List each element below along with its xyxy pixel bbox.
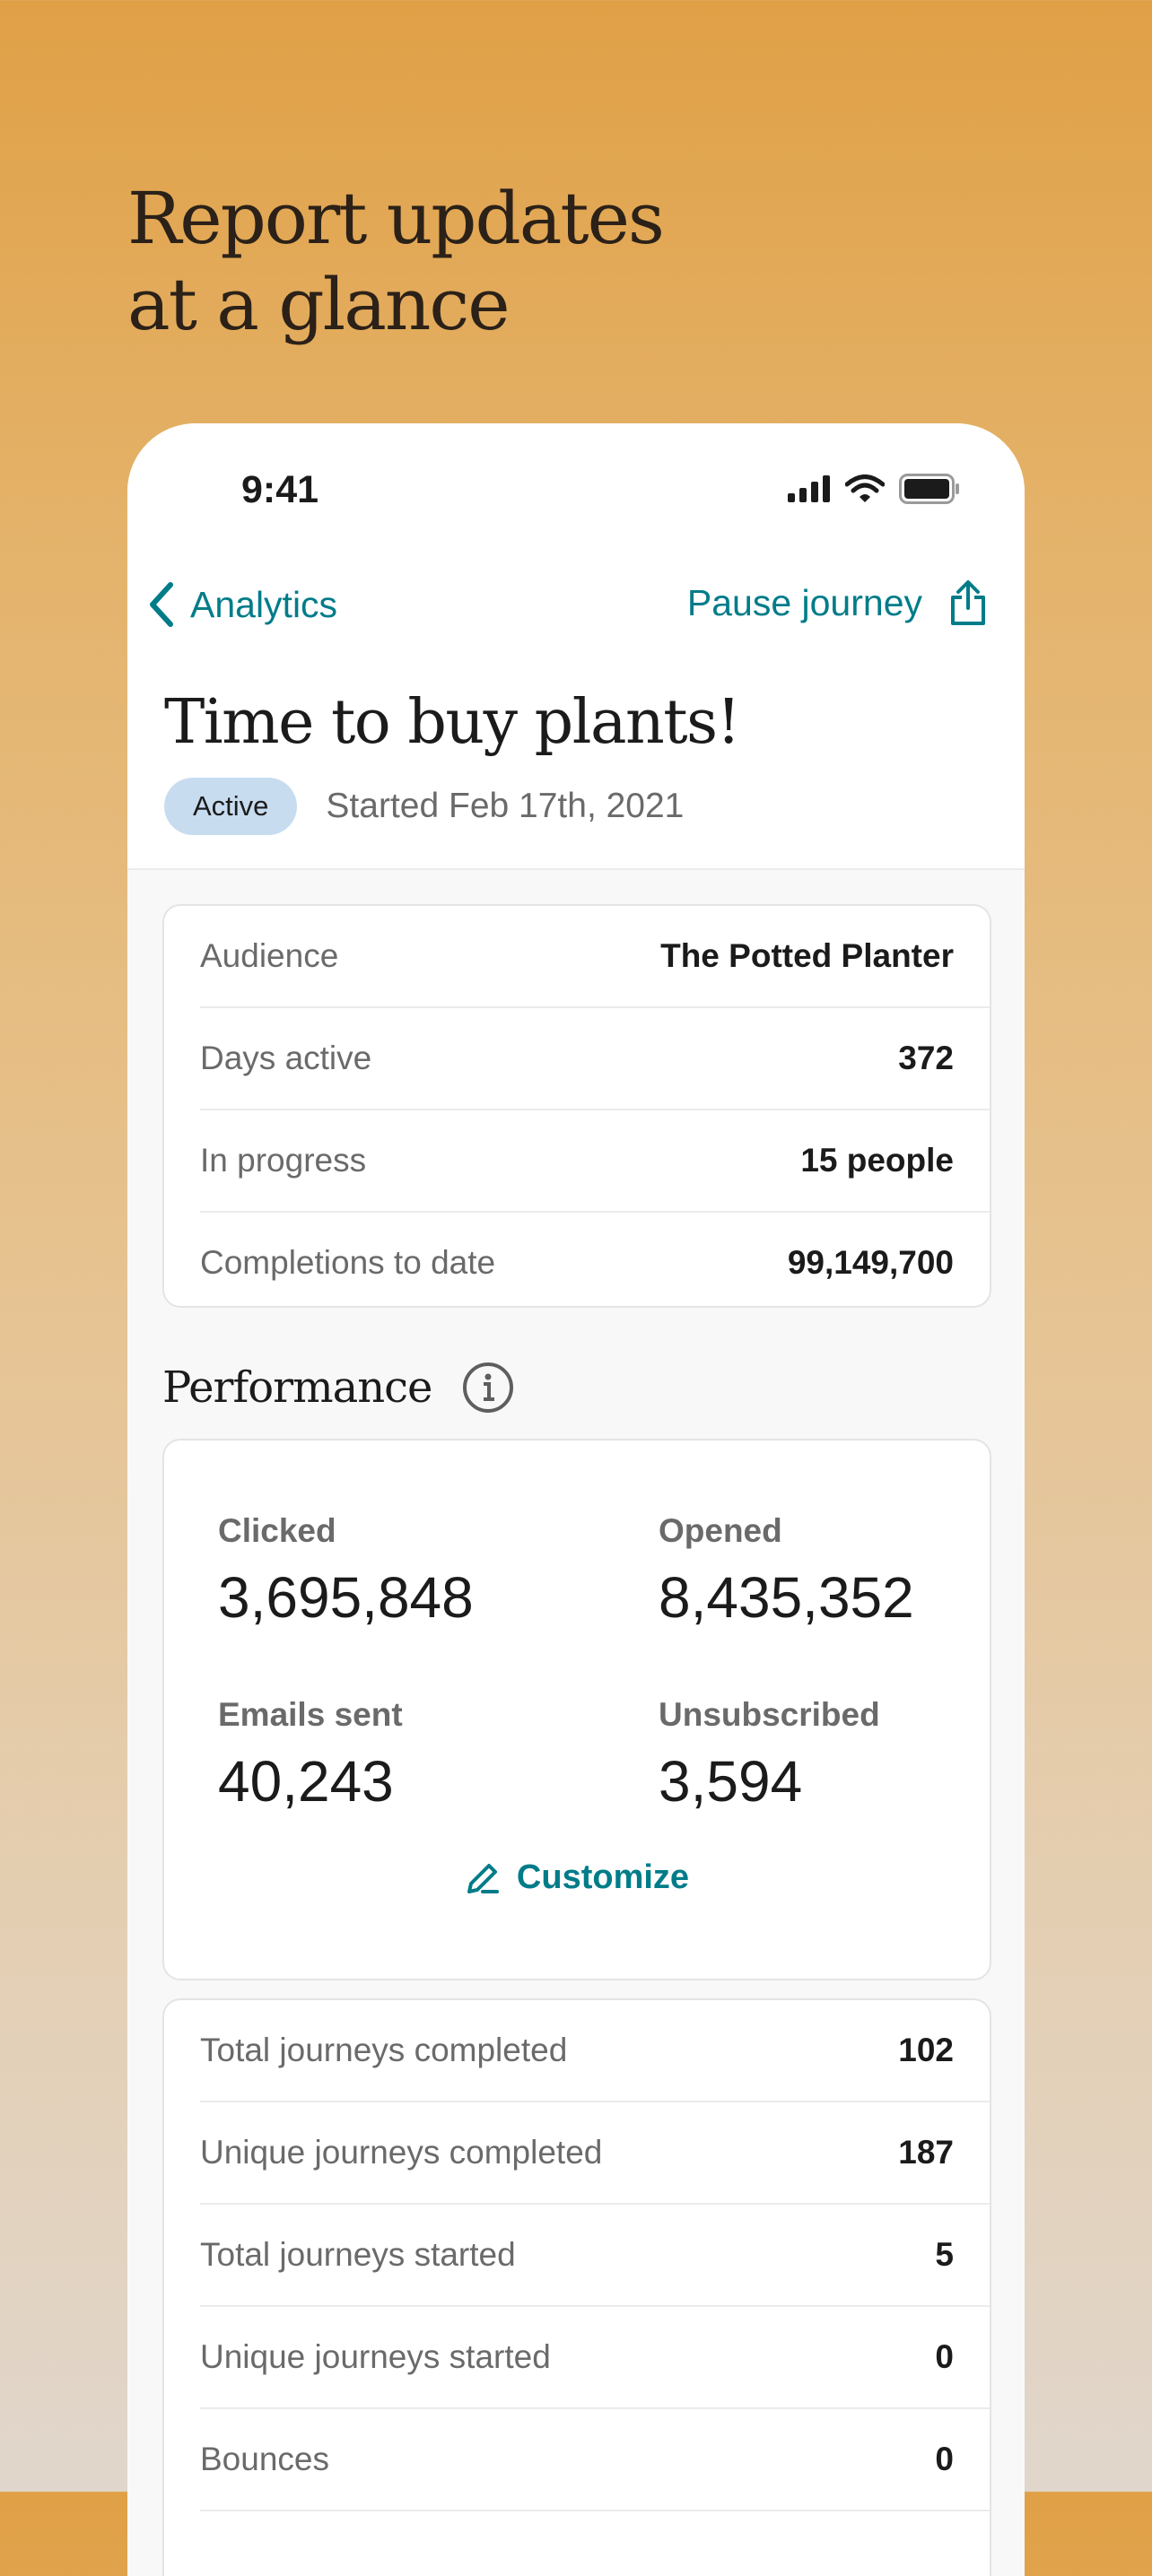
journey-title: Time to buy plants! — [164, 687, 741, 758]
battery-icon — [899, 474, 959, 504]
back-button[interactable]: Analytics — [144, 579, 337, 630]
headline-line-1: Report updates — [127, 177, 665, 260]
stats-row: Total journeys started 5 — [200, 2205, 990, 2307]
performance-card: Clicked 3,695,848 Opened 8,435,352 Email… — [162, 1439, 991, 1980]
summary-label: Completions to date — [200, 1244, 496, 1281]
stats-row — [200, 2511, 990, 2576]
stats-row: Bounces 0 — [200, 2409, 990, 2511]
summary-card: Audience The Potted Planter Days active … — [162, 904, 991, 1308]
headline-line-2: at a glance — [127, 263, 511, 346]
stats-row: Unique journeys completed 187 — [200, 2102, 990, 2205]
info-icon[interactable] — [462, 1362, 514, 1414]
summary-row: Audience The Potted Planter — [200, 906, 990, 1008]
metric-emails-sent: Emails sent 40,243 — [218, 1696, 403, 1815]
journey-meta: Active Started Feb 17th, 2021 — [164, 778, 684, 835]
back-label: Analytics — [190, 583, 338, 625]
metric-value: 3,695,848 — [218, 1565, 474, 1630]
stats-label: Bounces — [200, 2441, 329, 2477]
phone-screen: 9:41 Analytics Pause journey Time to buy… — [127, 423, 1025, 2576]
signal-icon — [788, 475, 830, 502]
metric-label: Unsubscribed — [659, 1696, 880, 1733]
metric-unsubscribed: Unsubscribed 3,594 — [659, 1696, 880, 1815]
metric-label: Emails sent — [218, 1696, 403, 1733]
stats-label: Total journeys started — [200, 2236, 516, 2273]
summary-value: 372 — [898, 1040, 954, 1076]
summary-label: Days active — [200, 1040, 372, 1076]
pause-journey-link[interactable]: Pause journey — [687, 582, 922, 624]
customize-button[interactable]: Customize — [164, 1858, 990, 1897]
nav-actions: Pause journey — [687, 579, 987, 626]
performance-header: Performance — [162, 1362, 514, 1414]
metric-value: 8,435,352 — [659, 1565, 914, 1630]
stats-value: 102 — [898, 2032, 954, 2068]
summary-row: In progress 15 people — [200, 1110, 990, 1213]
summary-value: 99,149,700 — [787, 1244, 954, 1281]
stats-value: 0 — [935, 2441, 954, 2477]
stats-row: Unique journeys started 0 — [200, 2307, 990, 2409]
pencil-icon — [467, 1863, 499, 1893]
status-badge: Active — [164, 778, 298, 835]
chevron-left-icon — [150, 582, 173, 627]
summary-value: The Potted Planter — [660, 937, 954, 974]
summary-row: Days active 372 — [200, 1008, 990, 1110]
journey-header: 9:41 Analytics Pause journey Time to buy… — [127, 423, 1025, 870]
metric-label: Opened — [659, 1512, 782, 1549]
metric-value: 40,243 — [218, 1749, 394, 1814]
started-date: Started Feb 17th, 2021 — [326, 787, 685, 825]
stats-value: 5 — [935, 2236, 954, 2273]
status-time: 9:41 — [241, 468, 319, 511]
summary-label: In progress — [200, 1142, 367, 1179]
summary-row: Completions to date 99,149,700 — [200, 1213, 990, 1306]
summary-label: Audience — [200, 937, 339, 974]
page-headline: Report updates at a glance — [127, 176, 665, 348]
metric-value: 3,594 — [659, 1749, 803, 1814]
stats-label: Unique journeys started — [200, 2338, 551, 2375]
wifi-icon — [845, 474, 885, 502]
metric-label: Clicked — [218, 1512, 336, 1549]
summary-value: 15 people — [800, 1142, 954, 1179]
performance-title: Performance — [162, 1362, 432, 1413]
metric-clicked: Clicked 3,695,848 — [218, 1512, 474, 1631]
journey-stats-card: Total journeys completed 102 Unique jour… — [162, 1998, 991, 2576]
stats-label: Total journeys completed — [200, 2032, 568, 2068]
stats-value: 187 — [898, 2134, 954, 2171]
stats-label: Unique journeys completed — [200, 2134, 603, 2171]
stats-value: 0 — [935, 2338, 954, 2375]
share-icon[interactable] — [949, 579, 987, 626]
metric-opened: Opened 8,435,352 — [659, 1512, 914, 1631]
customize-label: Customize — [516, 1858, 690, 1896]
stats-row: Total journeys completed 102 — [200, 2000, 990, 2102]
status-icons — [788, 474, 960, 504]
